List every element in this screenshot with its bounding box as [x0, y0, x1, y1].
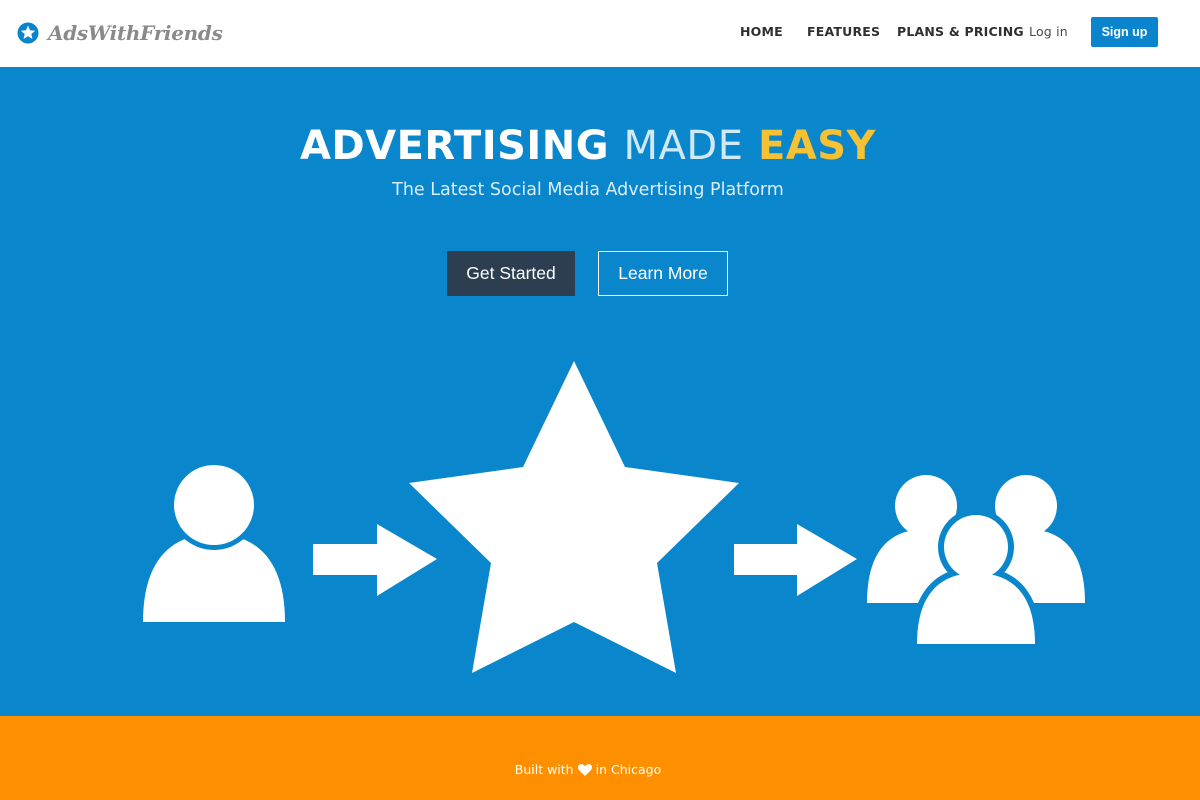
signup-button[interactable]: Sign up	[1091, 17, 1158, 47]
site-header: AdsWithFriends HOME FEATURES PLANS & PRI…	[0, 0, 1200, 67]
nav-item-home[interactable]: HOME	[740, 24, 783, 39]
user-icon	[143, 460, 285, 622]
hero-section: ADVERTISING MADE EASY The Latest Social …	[0, 67, 1200, 716]
footer-text-after: in Chicago	[595, 762, 662, 777]
arrow-right-icon	[313, 524, 437, 596]
hero-illustration	[143, 361, 1085, 673]
heart-icon	[577, 763, 592, 776]
arrow-right-icon	[734, 524, 857, 596]
main-nav: HOME FEATURES PLANS & PRICING Log in Sig…	[0, 17, 1200, 47]
login-link[interactable]: Log in	[1029, 24, 1068, 39]
user-group-icon	[867, 475, 1085, 650]
footer-credit: Built with in Chicago	[0, 762, 1176, 777]
site-footer: Built with in Chicago	[0, 716, 1200, 800]
nav-item-plans-pricing[interactable]: PLANS & PRICING	[897, 24, 1024, 39]
footer-text-before: Built with	[514, 762, 574, 777]
star-icon	[409, 361, 739, 673]
nav-item-features[interactable]: FEATURES	[807, 24, 880, 39]
